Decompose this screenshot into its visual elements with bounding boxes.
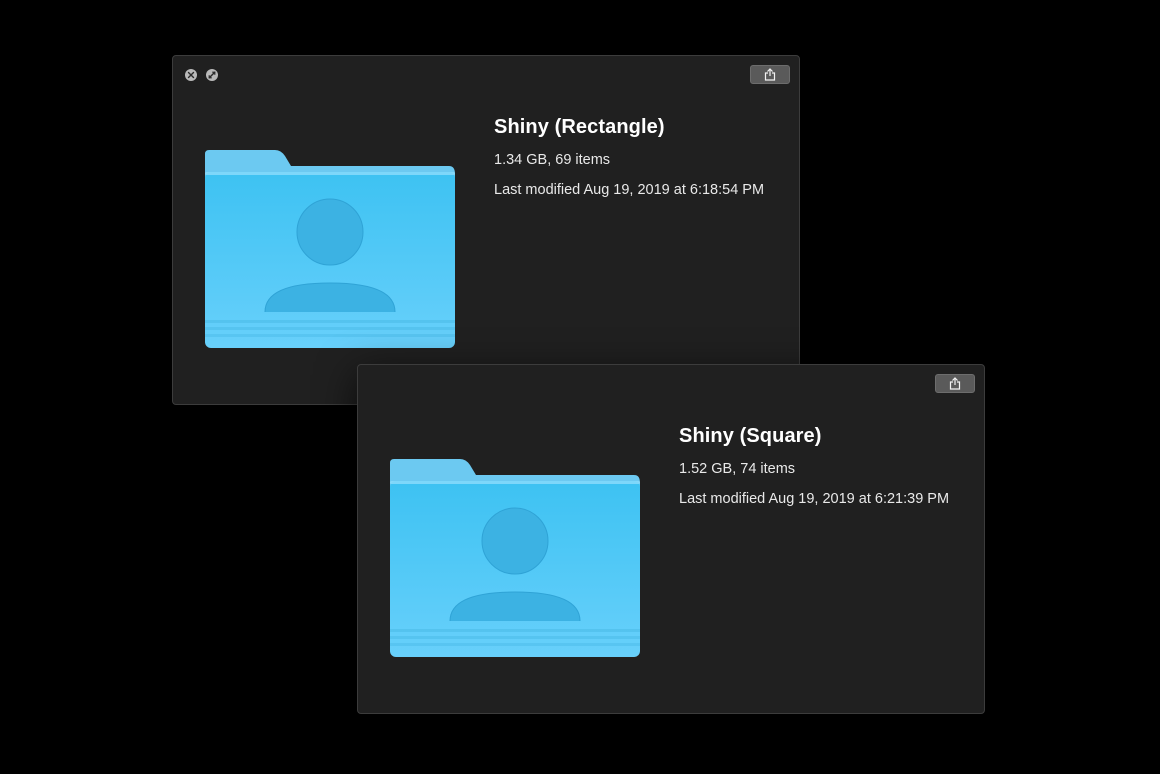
file-modified: Last modified Aug 19, 2019 at 6:21:39 PM — [679, 491, 950, 507]
share-button[interactable] — [750, 65, 790, 84]
user-folder-icon — [390, 459, 640, 657]
fullscreen-icon — [208, 71, 216, 79]
share-icon — [949, 377, 961, 390]
share-icon — [764, 68, 776, 81]
window-controls — [185, 69, 218, 81]
user-folder-icon — [205, 150, 455, 348]
file-info: Shiny (Rectangle) 1.34 GB, 69 items Last… — [494, 116, 764, 212]
file-summary: 1.52 GB, 74 items — [679, 461, 796, 477]
quick-look-window-rectangle[interactable]: Shiny (Rectangle) 1.34 GB, 69 items Last… — [172, 55, 800, 405]
file-title: Shiny (Square) — [679, 425, 822, 447]
fullscreen-button[interactable] — [206, 69, 218, 81]
desktop-background: Shiny (Rectangle) 1.34 GB, 69 items Last… — [0, 0, 1160, 774]
file-summary: 1.34 GB, 69 items — [494, 152, 611, 168]
close-button[interactable] — [185, 69, 197, 81]
close-icon — [187, 71, 195, 79]
share-button[interactable] — [935, 374, 975, 393]
file-modified: Last modified Aug 19, 2019 at 6:18:54 PM — [494, 182, 765, 198]
quick-look-window-square[interactable]: Shiny (Square) 1.52 GB, 74 items Last mo… — [357, 364, 985, 714]
file-info: Shiny (Square) 1.52 GB, 74 items Last mo… — [679, 425, 949, 521]
file-title: Shiny (Rectangle) — [494, 116, 665, 138]
